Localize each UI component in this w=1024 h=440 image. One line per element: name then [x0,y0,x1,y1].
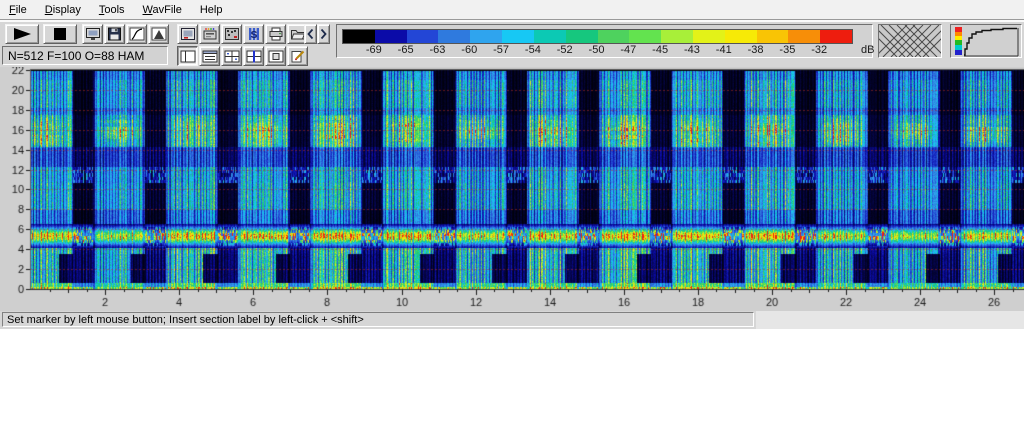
list-window-icon [202,50,218,63]
legend-tick-label: -52 [557,44,573,56]
status-message: Set marker by left mouse button; Insert … [2,312,754,327]
screenshot-root: File Display Tools WavFile Help [0,0,1024,440]
menu-bar: File Display Tools WavFile Help [0,0,1024,20]
analysis-params-text: N=512 F=100 O=88 HAM [8,49,144,63]
gain-curve-box[interactable] [950,24,1022,58]
play-button[interactable] [5,24,39,44]
layout-inset-button[interactable] [265,46,286,66]
print-button[interactable] [265,24,286,44]
layout-split-vertical-button[interactable] [177,46,198,66]
curve-icon [129,27,145,41]
legend-tick-label: -63 [429,44,445,56]
spectrogram-window-icon [180,27,196,41]
legend-tick-label: -69 [366,44,382,56]
menu-file[interactable]: File [0,2,36,18]
hatch-pattern-box[interactable] [878,24,942,58]
section-view-button[interactable]: S [243,24,264,44]
monitor-icon [85,27,101,41]
layout-quad-button[interactable] [221,46,242,66]
menu-tools[interactable]: Tools [90,2,134,18]
scroll-left-button[interactable] [304,24,317,44]
analysis-params-display: N=512 F=100 O=88 HAM [2,46,168,65]
legend-tick-label: -45 [652,44,668,56]
stop-button[interactable] [43,24,77,44]
hatch-pattern-icon [879,25,941,57]
status-bar-right-panel [756,311,1024,329]
gain-curve-icon [951,25,1021,57]
layout-quad-cursor-button[interactable] [243,46,264,66]
legend-tick-label: -32 [811,44,827,56]
color-scale-panel[interactable]: -69 -65 -63 -60 -57 -54 -52 -50 -47 -45 -43 -41 -38 -… [336,24,873,58]
scroll-right-button[interactable] [317,24,330,44]
annotate-button[interactable] [287,46,308,66]
chevron-right-icon [319,28,328,40]
stop-icon [53,27,67,41]
layout-list-button[interactable] [199,46,220,66]
capture-region-button[interactable] [221,24,242,44]
play-icon [10,27,34,41]
transfer-function-button[interactable] [126,24,147,44]
scan-icon [202,27,218,41]
menu-help[interactable]: Help [191,2,232,18]
menu-wavfile[interactable]: WavFile [134,2,191,18]
legend-tick-label: -54 [525,44,541,56]
legend-tick-label: -38 [748,44,764,56]
pencil-icon [290,50,306,63]
inset-window-icon [268,50,284,63]
legend-tick-label: -47 [620,44,636,56]
peak-hold-button[interactable] [148,24,169,44]
legend-tick-label: -65 [398,44,414,56]
svg-text:S: S [250,30,257,41]
status-bar: Set marker by left mouse button; Insert … [0,311,1024,329]
legend-tick-label: -60 [461,44,477,56]
save-icon [107,27,122,41]
display-options-button[interactable] [82,24,103,44]
quad-grid-cursor-icon [246,50,262,63]
spectrogram-view-button[interactable] [177,24,198,44]
scan-input-button[interactable] [199,24,220,44]
legend-tick-label: -50 [589,44,605,56]
legend-tick-label: -41 [716,44,732,56]
save-button[interactable] [104,24,125,44]
spectrogram-app-window: File Display Tools WavFile Help [0,0,1024,329]
capture-icon [224,27,240,41]
printer-icon [268,27,284,41]
quad-grid-icon [224,50,240,63]
chevron-left-icon [306,28,315,40]
split-vertical-icon [180,50,196,63]
legend-unit-label: dB [861,44,874,56]
legend-tick-label: -43 [684,44,700,56]
legend-tick-label: -35 [779,44,795,56]
legend-tick-label: -57 [493,44,509,56]
menu-display[interactable]: Display [36,2,90,18]
legend-labels: -69 -65 -63 -60 -57 -54 -52 -50 -47 -45 -43 -41 -38 -… [337,25,872,57]
spectrogram-display[interactable] [0,67,1024,311]
section-icon: S [246,27,262,41]
peak-icon [151,27,167,41]
